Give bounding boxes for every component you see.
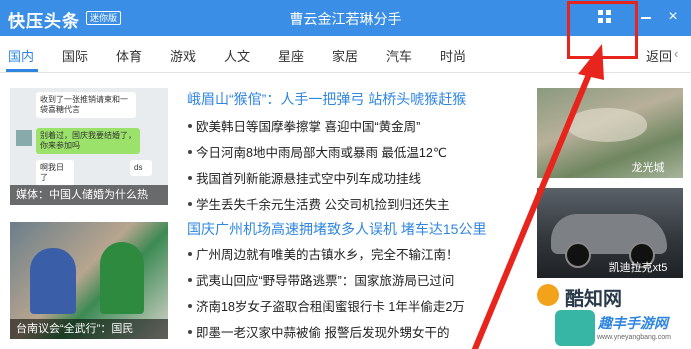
annotation-arrow <box>472 44 604 349</box>
